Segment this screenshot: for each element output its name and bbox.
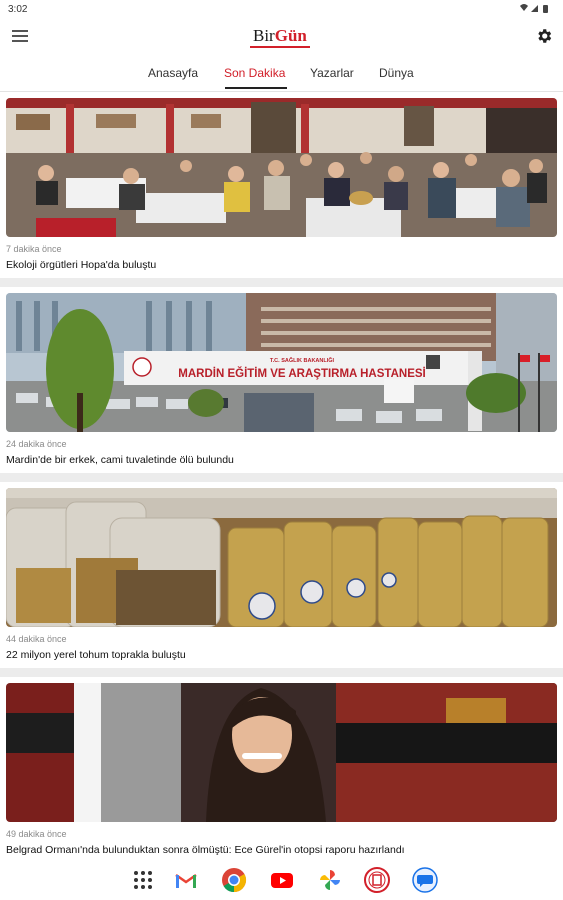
news-title: Mardin'de bir erkek, cami tuvaletinde öl… [6,454,234,466]
gmail-icon[interactable] [172,866,200,894]
menu-button[interactable] [12,28,28,42]
settings-button[interactable] [535,27,553,45]
active-tab-indicator [225,87,287,89]
tab-dunya[interactable]: Dünya [379,66,414,80]
birgun-logo: BirGün [250,26,310,48]
news-time: 24 dakika önce [6,439,67,449]
hamburger-icon [12,30,28,32]
birgun-app-icon[interactable] [363,866,391,894]
messages-icon[interactable] [411,866,439,894]
news-card[interactable]: 44 dakika önce 22 milyon yerel tohum top… [0,482,563,668]
news-image-portrait [6,683,557,822]
wifi-battery-icon [520,4,548,13]
status-bar: 3:02 [0,0,563,20]
news-feed[interactable]: 7 dakika önce Ekoloji örgütleri Hopa'da … [0,92,563,860]
news-image-hospital: T.C. SAĞLIK BAKANLIĞI MARDİN EĞİTİM VE A… [6,293,557,432]
status-time: 3:02 [8,4,28,15]
news-card[interactable]: 7 dakika önce Ekoloji örgütleri Hopa'da … [0,92,563,278]
news-title: Ekoloji örgütleri Hopa'da buluştu [6,259,157,271]
app-dock [0,860,563,900]
hospital-sign-small: T.C. SAĞLIK BAKANLIĞI [270,356,335,364]
system-icons [519,3,553,16]
gear-icon [538,29,552,43]
app-header: BirGün [0,20,563,55]
logo-text-gun: Gün [274,26,307,45]
news-image-seed-jars [6,488,557,627]
hospital-sign-main: MARDİN EĞİTİM VE ARAŞTIRMA HASTANESİ [178,367,425,380]
news-image-conference [6,98,557,237]
chrome-icon[interactable] [220,866,248,894]
news-card[interactable]: T.C. SAĞLIK BAKANLIĞI MARDİN EĞİTİM VE A… [0,287,563,473]
news-title: 22 milyon yerel tohum toprakla buluştu [6,649,186,661]
tab-anasayfa[interactable]: Anasayfa [148,66,198,80]
tab-son-dakika[interactable]: Son Dakika [224,66,285,80]
photos-icon[interactable] [316,866,344,894]
apps-grid-icon[interactable] [129,866,157,894]
news-title: Belgrad Ormanı'nda bulunduktan sonra ölm… [6,844,405,856]
category-tabs: Anasayfa Son Dakika Yazarlar Dünya [0,55,563,92]
news-time: 49 dakika önce [6,829,67,839]
news-card[interactable]: 49 dakika önce Belgrad Ormanı'nda bulund… [0,677,563,860]
youtube-icon[interactable] [268,866,296,894]
news-time: 44 dakika önce [6,634,67,644]
logo-text-bir: Bir [253,26,275,45]
tab-yazarlar[interactable]: Yazarlar [310,66,354,80]
news-time: 7 dakika önce [6,244,62,254]
